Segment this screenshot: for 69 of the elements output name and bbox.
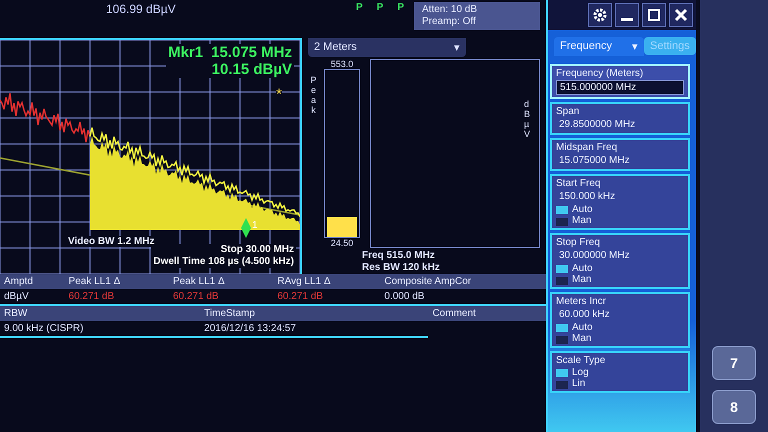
column-header: RBW [0,306,200,321]
dwell-time-label: Dwell Time 108 µs (4.500 kHz) [153,256,294,268]
option-label: Auto [572,263,594,274]
softkey-label: Scale Type [556,355,606,366]
detector-label: Peak [309,76,318,116]
trace-indicator: P [376,2,384,13]
column-header: Amptd [0,274,65,289]
resolution-bandwidth-label: Res BW 120 kHz [361,262,441,274]
softkey-label: Start Freq [556,178,602,189]
softkey-button[interactable]: Meters Incr 60.000 kHz Auto Man [550,292,690,348]
meters-dropdown[interactable]: 2 Meters ▾ [308,38,466,57]
softkey-button[interactable]: Scale Type Log Lin [550,351,690,393]
softkey-button[interactable]: Span 29.8500000 MHz [550,102,690,135]
panel-tab[interactable]: Frequency ▾ [554,36,644,56]
dropdown-label: 2 Meters [314,41,357,54]
caret-icon: ▾ [454,41,460,54]
table-cell: 2016/12/16 13:24:57 [200,321,428,337]
option-label: Man [572,333,592,344]
softkey-value: 15.075000 MHz [558,154,631,167]
trace-indicator: P [397,2,404,13]
reference-level: 106.99 dBµV [105,2,177,16]
meter-top-value: 553.0 [330,59,354,69]
softkey-button[interactable]: Start Freq 150.000 kHz Auto Man [550,174,690,230]
keypad-key[interactable]: 7 [712,346,756,380]
marker-frequency: 15.075 MHz [211,44,292,61]
softkey-value: 29.8500000 MHz [558,118,636,131]
column-header: Composite AmpCor [380,274,546,289]
option-label: Log [572,367,590,378]
softkey-value: 515.000000 MHz [556,80,684,95]
settings-icon[interactable] [588,3,612,27]
column-header: RAvg LL1 Δ [273,274,380,289]
column-header: Comment [428,306,546,321]
option-label: Auto [572,322,594,333]
column-header: TimeStamp [200,306,428,321]
softkey-button[interactable]: Midspan Freq 15.075000 MHz [550,138,690,171]
option-label: Lin [572,378,586,389]
softkey-label: Meters Incr [556,296,608,307]
softkey-button[interactable]: Frequency (Meters) 515.000000 MHz [550,64,690,99]
option-label: Man [572,215,592,226]
softkey-label: Frequency (Meters) [556,68,644,79]
softkey-label: Midspan Freq [556,142,618,153]
column-header: Peak LL1 Δ [168,274,274,289]
unit-label: dBµV [524,100,532,140]
option-label: Auto [572,204,594,215]
minimize-icon[interactable] [615,3,639,27]
video-bandwidth-label: Video BW 1.2 MHz [66,236,156,247]
softkey-label: Stop Freq [556,237,601,248]
caret-icon: ▾ [632,40,638,52]
option-label: Man [572,274,592,285]
close-icon[interactable] [669,3,693,27]
maximize-icon[interactable] [642,3,666,27]
marker-label: Mkr1 [168,44,204,63]
marker-icon [241,218,251,238]
stop-frequency-label: Stop 30.00 MHz [220,244,294,256]
softkey-label: Span [556,106,580,117]
softkey-value: 60.000 kHz [558,308,611,321]
attenuation-label: Atten: 10 dB [422,4,478,16]
softkey-button[interactable]: Stop Freq 30.000000 MHz Auto Man [550,233,690,289]
trace-indicator: P [356,2,363,13]
meter-reading: 24.50 [330,238,354,248]
keypad-key[interactable]: 8 [712,390,756,424]
softkey-value: 30.000000 MHz [558,249,631,262]
marker-amplitude: 10.15 dBµV [211,61,292,78]
meter-frequency-label: Freq 515.0 MHz [361,250,436,262]
softkey-value: 150.000 kHz [558,190,616,203]
marker-number: 1 [252,220,258,231]
preamp-label: Preamp: Off [422,16,477,28]
column-header: Peak LL1 Δ [64,274,169,289]
table-cell: 9.00 kHz (CISPR) [0,321,200,337]
